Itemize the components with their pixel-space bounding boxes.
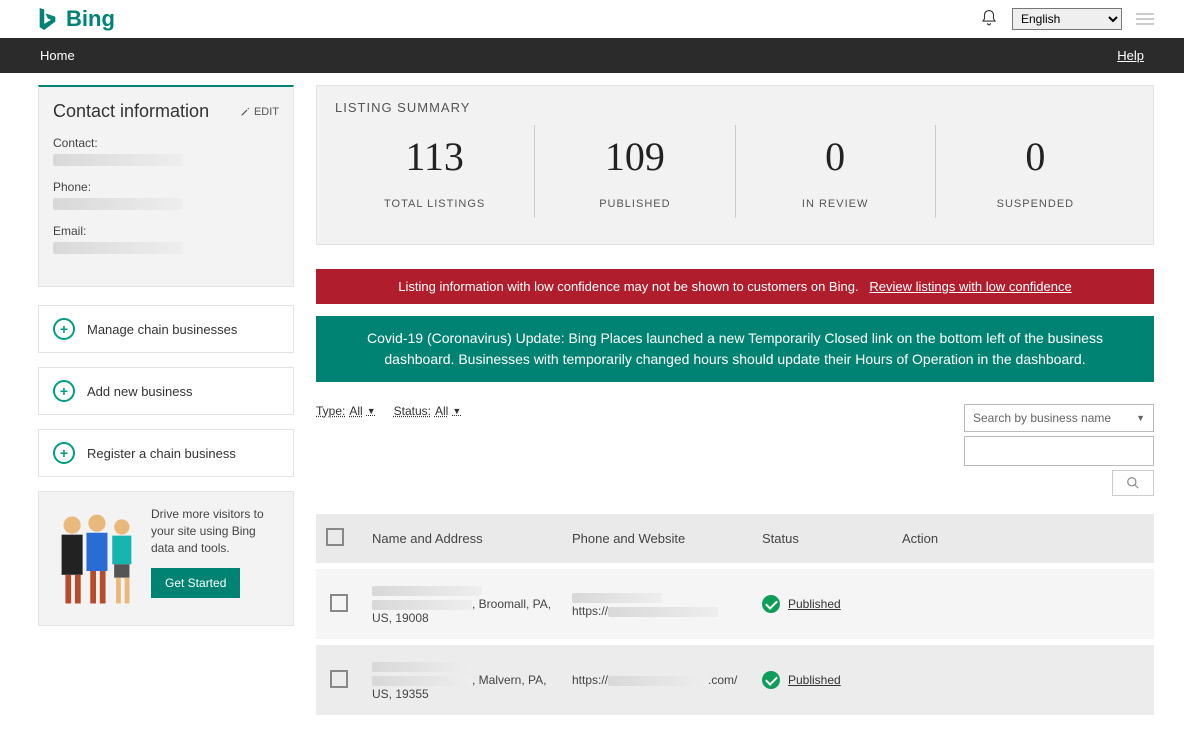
status-cell: Published: [762, 671, 882, 689]
row-checkbox[interactable]: [330, 594, 348, 612]
status-link[interactable]: Published: [788, 597, 841, 611]
cell-phone-website: https://.com/: [562, 642, 752, 715]
cell-action: [892, 642, 1154, 715]
search-field-select[interactable]: Search by business name ▼: [964, 404, 1154, 432]
type-filter[interactable]: Type: All ▼: [316, 404, 376, 418]
promo-text: Drive more visitors to your site using B…: [151, 506, 279, 556]
plus-icon: +: [53, 442, 75, 464]
status-cell: Published: [762, 595, 882, 613]
caret-down-icon: ▼: [1136, 413, 1145, 423]
select-all-checkbox[interactable]: [326, 528, 344, 546]
caret-down-icon: ▼: [367, 406, 376, 416]
brand-text: Bing: [66, 6, 115, 32]
listings-table: Name and Address Phone and Website Statu…: [316, 514, 1154, 715]
stat-published: 109 PUBLISHED: [534, 125, 734, 218]
promo-card: Drive more visitors to your site using B…: [38, 491, 294, 626]
top-right-controls: English: [980, 8, 1154, 30]
nav-home[interactable]: Home: [40, 48, 75, 63]
search-box: Search by business name ▼: [964, 404, 1154, 496]
nav-bar: Home Help: [0, 38, 1184, 73]
contact-label: Contact:: [53, 136, 279, 150]
summary-title: LISTING SUMMARY: [335, 100, 1135, 115]
status-link[interactable]: Published: [788, 673, 841, 687]
table-row: , Broomall, PA, US, 19008 https:// Publi…: [316, 566, 1154, 642]
sidebar: Contact information EDIT Contact: Phone:…: [38, 85, 294, 715]
cell-name-address: , Malvern, PA, US, 19355: [362, 642, 562, 715]
stat-in-review: 0 IN REVIEW: [735, 125, 935, 218]
check-icon: [762, 671, 780, 689]
review-listings-link[interactable]: Review listings with low confidence: [869, 279, 1071, 294]
caret-down-icon: ▼: [452, 406, 461, 416]
contact-value-redacted: [53, 154, 183, 166]
cell-name-address: , Broomall, PA, US, 19008: [362, 566, 562, 642]
email-value-redacted: [53, 242, 183, 254]
phone-value-redacted: [53, 198, 183, 210]
row-checkbox[interactable]: [330, 670, 348, 688]
filters-row: Type: All ▼ Status: All ▼ Search by busi…: [316, 404, 1154, 496]
plus-icon: +: [53, 318, 75, 340]
manage-chain-button[interactable]: + Manage chain businesses: [38, 305, 294, 353]
th-action: Action: [892, 514, 1154, 566]
get-started-button[interactable]: Get Started: [151, 568, 240, 598]
cell-action: [892, 566, 1154, 642]
status-filter[interactable]: Status: All ▼: [394, 404, 462, 418]
th-name: Name and Address: [362, 514, 562, 566]
nav-help[interactable]: Help: [1117, 48, 1144, 63]
covid-alert: Covid-19 (Coronavirus) Update: Bing Plac…: [316, 316, 1154, 382]
register-chain-button[interactable]: + Register a chain business: [38, 429, 294, 477]
notifications-icon[interactable]: [980, 9, 998, 30]
cell-phone-website: https://: [562, 566, 752, 642]
listing-summary: LISTING SUMMARY 113 TOTAL LISTINGS 109 P…: [316, 85, 1154, 245]
edit-contact-button[interactable]: EDIT: [240, 106, 279, 118]
email-label: Email:: [53, 224, 279, 238]
main-content: LISTING SUMMARY 113 TOTAL LISTINGS 109 P…: [316, 85, 1154, 715]
search-icon: [1126, 476, 1140, 490]
low-confidence-alert: Listing information with low confidence …: [316, 269, 1154, 304]
bing-logo-icon: [36, 6, 58, 32]
contact-card: Contact information EDIT Contact: Phone:…: [38, 85, 294, 287]
search-input[interactable]: [964, 436, 1154, 466]
contact-title: Contact information: [53, 101, 209, 122]
search-button[interactable]: [1112, 470, 1154, 496]
check-icon: [762, 595, 780, 613]
stat-suspended: 0 SUSPENDED: [935, 125, 1135, 218]
th-phone: Phone and Website: [562, 514, 752, 566]
add-business-button[interactable]: + Add new business: [38, 367, 294, 415]
plus-icon: +: [53, 380, 75, 402]
menu-icon[interactable]: [1136, 13, 1154, 25]
language-select[interactable]: English: [1012, 8, 1122, 30]
stat-total: 113 TOTAL LISTINGS: [335, 125, 534, 218]
top-bar: Bing English: [0, 0, 1184, 38]
people-illustration-icon: [53, 506, 139, 611]
phone-label: Phone:: [53, 180, 279, 194]
pencil-icon: [240, 107, 250, 117]
bing-logo[interactable]: Bing: [36, 6, 115, 32]
th-status: Status: [752, 514, 892, 566]
table-row: , Malvern, PA, US, 19355 https://.com/ P…: [316, 642, 1154, 715]
